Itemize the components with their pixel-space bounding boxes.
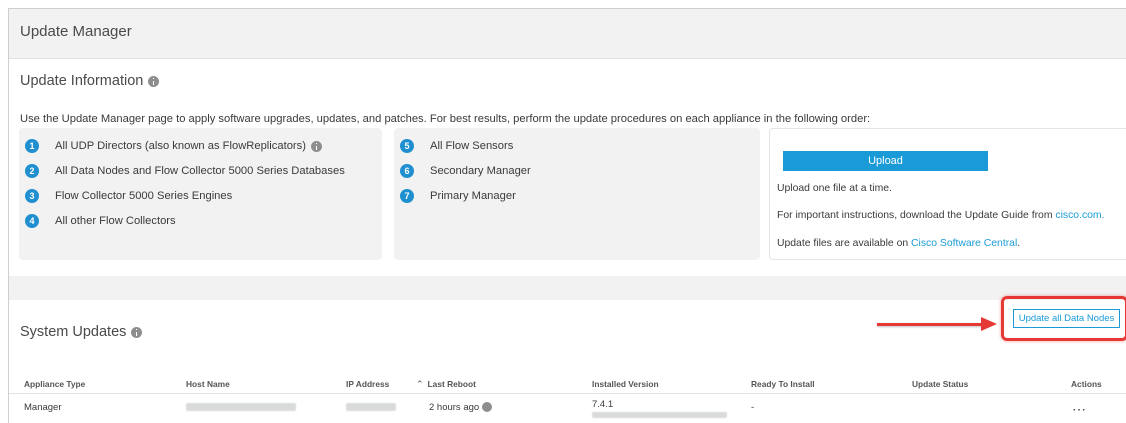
redacted-version-detail [592, 412, 727, 418]
system-updates-table-header: Appliance Type Host Name IP Address ⌃ Las… [9, 378, 1126, 394]
cell-last-reboot: 2 hours ago [429, 402, 493, 413]
step-label: Primary Manager [430, 190, 516, 202]
update-information-panel: Update Information Use the Update Manage… [9, 59, 1126, 276]
step-4: 4 All other Flow Collectors [25, 214, 176, 228]
system-updates-panel: System Updates Update all Data Nodes App… [9, 296, 1126, 423]
step-label: All other Flow Collectors [55, 215, 176, 227]
column-header-installed-version[interactable]: Installed Version [592, 379, 659, 389]
redacted-ip-address [346, 403, 396, 411]
column-header-last-reboot-label: Last Reboot [427, 379, 476, 389]
update-guide-prefix: For important instructions, download the… [777, 210, 1056, 221]
cisco-com-link[interactable]: cisco.com. [1055, 210, 1104, 221]
update-files-text: Update files are available on Cisco Soft… [777, 238, 1020, 249]
upload-card: Upload Upload one file at a time. For im… [769, 128, 1126, 260]
info-icon[interactable] [131, 326, 143, 338]
step-number-badge: 1 [25, 139, 39, 153]
step-number-badge: 4 [25, 214, 39, 228]
annotation-arrow-head [981, 317, 997, 331]
upload-one-file-text: Upload one file at a time. [777, 183, 892, 194]
update-information-title: Update Information [20, 73, 144, 89]
step-label: All Flow Sensors [430, 140, 514, 152]
step-label: All UDP Directors (also known as FlowRep… [55, 140, 306, 152]
update-order-steps-right: 5 All Flow Sensors 6 Secondary Manager 7… [394, 128, 760, 260]
step-1: 1 All UDP Directors (also known as FlowR… [25, 139, 322, 153]
column-header-actions: Actions [1071, 379, 1102, 389]
step-7: 7 Primary Manager [400, 189, 516, 203]
update-information-heading: Update Information [20, 73, 160, 89]
update-files-prefix: Update files are available on [777, 238, 912, 249]
column-header-last-reboot[interactable]: ⌃ Last Reboot [416, 379, 476, 390]
step-number-badge: 5 [400, 139, 414, 153]
step-3: 3 Flow Collector 5000 Series Engines [25, 189, 232, 203]
last-reboot-value: 2 hours ago [429, 402, 480, 413]
system-updates-heading: System Updates [20, 324, 143, 340]
step-6: 6 Secondary Manager [400, 164, 531, 178]
section-divider [9, 276, 1126, 300]
upload-button[interactable]: Upload [783, 151, 988, 171]
sort-ascending-icon[interactable]: ⌃ [416, 379, 424, 390]
column-header-host-name[interactable]: Host Name [186, 379, 230, 389]
update-intro-text: Use the Update Manager page to apply sof… [20, 113, 871, 125]
cell-appliance-type: Manager [24, 402, 62, 413]
column-header-ip-address[interactable]: IP Address [346, 379, 389, 389]
page-title: Update Manager [20, 23, 132, 40]
step-label: All Data Nodes and Flow Collector 5000 S… [55, 165, 345, 177]
update-files-suffix: . [1017, 238, 1021, 249]
info-icon[interactable] [310, 140, 322, 152]
update-manager-page: Update Manager Update Information Use th… [8, 8, 1126, 423]
step-number-badge: 3 [25, 189, 39, 203]
system-updates-title: System Updates [20, 324, 127, 340]
page-header: Update Manager [9, 9, 1126, 59]
row-actions-menu-icon[interactable]: ⋯ [1072, 401, 1086, 418]
update-guide-text: For important instructions, download the… [777, 210, 1104, 221]
update-order-steps-left: 1 All UDP Directors (also known as FlowR… [19, 128, 382, 260]
redacted-host-name [186, 403, 296, 411]
step-label: Flow Collector 5000 Series Engines [55, 190, 233, 202]
column-header-appliance-type[interactable]: Appliance Type [24, 379, 85, 389]
column-header-update-status[interactable]: Update Status [912, 379, 968, 389]
step-number-badge: 2 [25, 164, 39, 178]
step-number-badge: 6 [400, 164, 414, 178]
cell-ready-to-install: - [751, 402, 755, 413]
cell-installed-version: 7.4.1 [592, 399, 614, 410]
annotation-arrow [877, 323, 983, 326]
step-2: 2 All Data Nodes and Flow Collector 5000… [25, 164, 345, 178]
cisco-software-central-link[interactable]: Cisco Software Central [911, 238, 1017, 249]
update-all-data-nodes-button[interactable]: Update all Data Nodes [1013, 309, 1120, 328]
info-icon[interactable] [148, 75, 160, 87]
step-5: 5 All Flow Sensors [400, 139, 513, 153]
step-number-badge: 7 [400, 189, 414, 203]
info-icon[interactable] [482, 402, 493, 413]
column-header-ready-to-install[interactable]: Ready To Install [751, 379, 815, 389]
step-label: Secondary Manager [430, 165, 531, 177]
